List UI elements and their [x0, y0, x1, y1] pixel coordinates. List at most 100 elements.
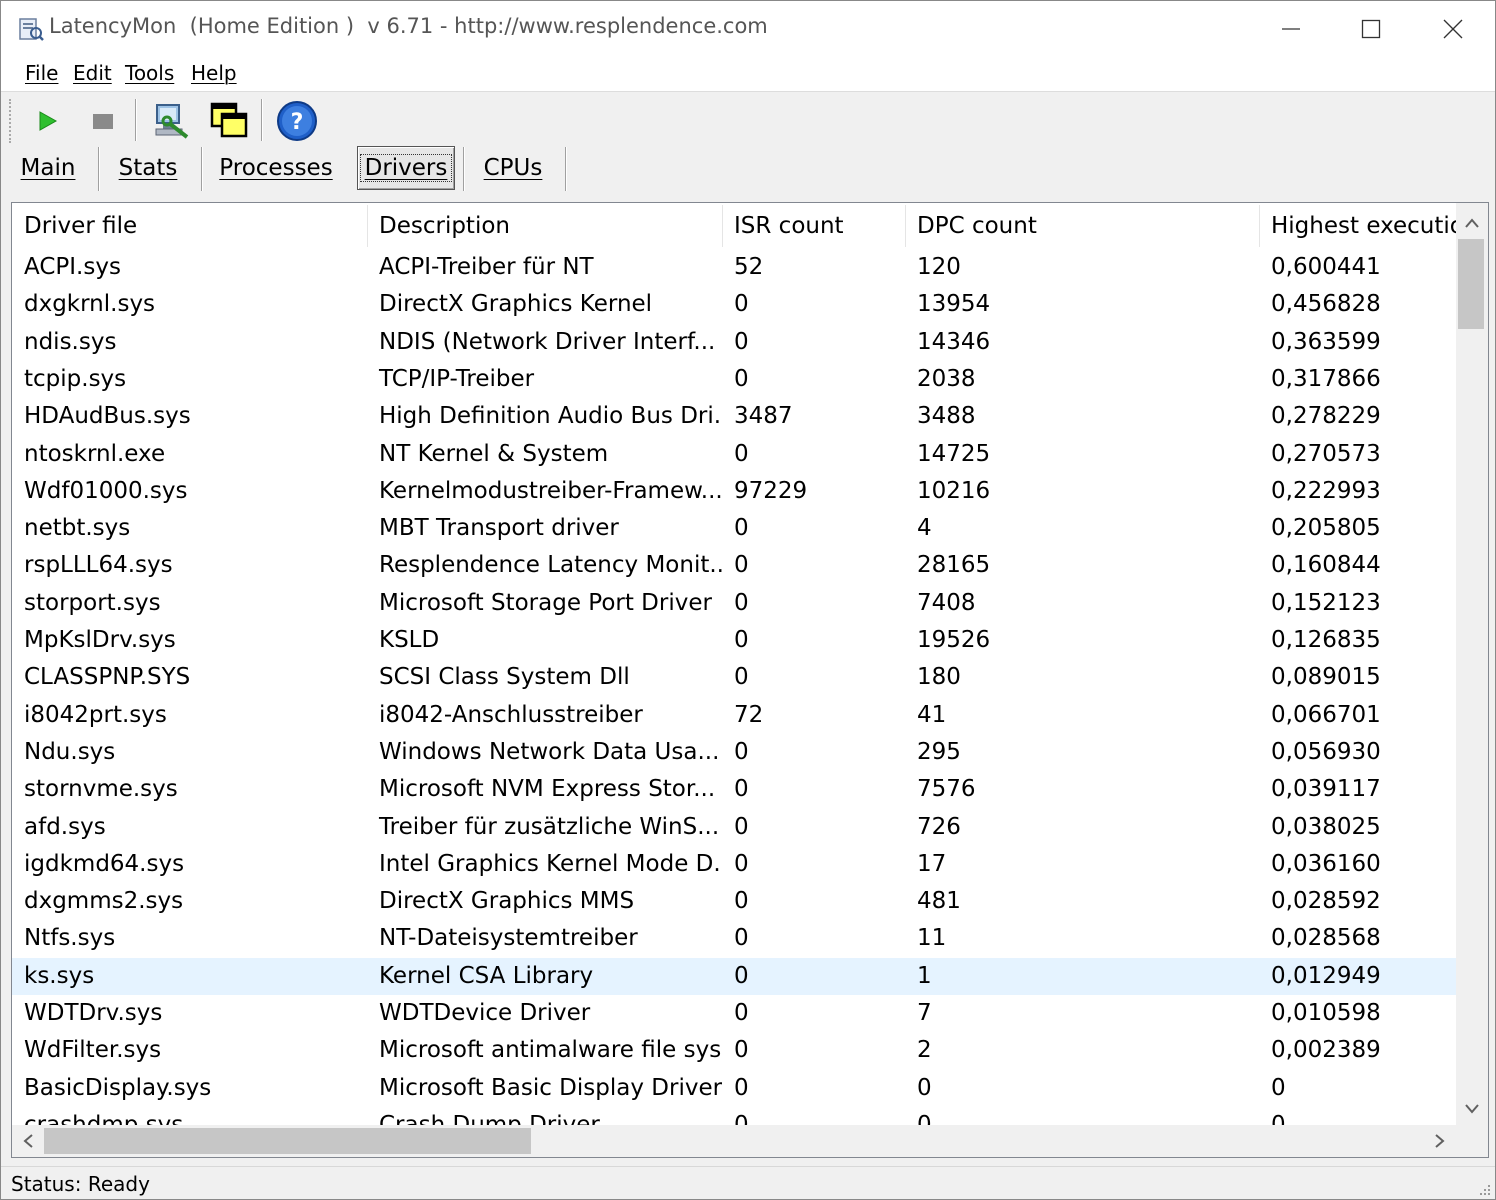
menu-edit[interactable]: Edit — [73, 61, 112, 85]
latencymon-app-icon — [19, 18, 44, 41]
column-header-isr-count[interactable]: ISR count — [722, 203, 905, 249]
close-button[interactable] — [1413, 1, 1493, 57]
minimize-button[interactable] — [1251, 1, 1331, 57]
scroll-left-arrow[interactable] — [12, 1125, 44, 1157]
table-row[interactable]: dxgkrnl.sys DirectX Graphics Kernel 0 13954… — [12, 286, 1456, 323]
windows-button[interactable] — [207, 99, 251, 143]
scroll-right-arrow[interactable] — [1424, 1125, 1456, 1157]
scroll-down-arrow[interactable] — [1456, 1093, 1488, 1125]
table-row[interactable]: ntoskrnl.exe NT Kernel & System 0 14725 0,27… — [12, 436, 1456, 473]
maximize-button[interactable] — [1331, 1, 1411, 57]
overlapping-windows-icon — [210, 102, 248, 138]
cell-description: Kernel CSA Library — [379, 963, 594, 989]
menu-bar: File Edit Tools Help — [1, 57, 1495, 92]
cell-highest-execution: 0,012949 — [1271, 963, 1381, 989]
horizontal-scroll-thumb[interactable] — [44, 1128, 531, 1154]
table-row[interactable]: MpKslDrv.sys KSLD 0 19526 0,126835 — [12, 622, 1456, 659]
menu-tools[interactable]: Tools — [125, 61, 174, 85]
table-row[interactable]: tcpip.sys TCP/IP-Treiber 0 2038 0,317866 — [12, 361, 1456, 398]
cell-description: NT-Dateisystemtreiber — [379, 925, 638, 951]
table-row[interactable]: WdFilter.sys Microsoft antimalware file s… — [12, 1032, 1456, 1069]
cell-dpc-count: 28165 — [917, 552, 991, 578]
vertical-scroll-thumb[interactable] — [1458, 239, 1484, 329]
table-row[interactable]: Ndu.sys Windows Network Data Usa... 0 295 0,… — [12, 734, 1456, 771]
cell-highest-execution: 0,038025 — [1271, 814, 1381, 840]
table-row[interactable]: WDTDrv.sys WDTDevice Driver 0 7 0,010598 — [12, 995, 1456, 1032]
cell-driver-file: WdFilter.sys — [24, 1037, 162, 1063]
table-row[interactable]: ndis.sys NDIS (Network Driver Interf... 0 1… — [12, 324, 1456, 361]
cell-description: High Definition Audio Bus Dri... — [379, 403, 722, 429]
cell-description: Crash Dump Driver — [379, 1112, 600, 1127]
list-header: Driver file Description ISR count DPC co… — [12, 203, 1456, 249]
toolbar-grip[interactable] — [9, 99, 14, 143]
cell-highest-execution: 0,317866 — [1271, 366, 1381, 392]
tab-stats[interactable]: Stats — [105, 147, 191, 189]
maximize-icon — [1361, 19, 1381, 39]
table-row[interactable]: netbt.sys MBT Transport driver 0 4 0,205805 — [12, 510, 1456, 547]
title-bar[interactable]: LatencyMon (Home Edition ) v 6.71 - http… — [1, 1, 1495, 57]
cell-driver-file: HDAudBus.sys — [24, 403, 191, 429]
scroll-up-arrow[interactable] — [1456, 207, 1488, 239]
tab-processes[interactable]: Processes — [209, 147, 343, 189]
table-row[interactable]: dxgmms2.sys DirectX Graphics MMS 0 481 0,028… — [12, 883, 1456, 920]
chevron-left-icon — [23, 1134, 33, 1148]
table-row[interactable]: stornvme.sys Microsoft NVM Express Stor..… — [12, 771, 1456, 808]
vertical-scrollbar[interactable] — [1456, 203, 1488, 1125]
tab-cpus[interactable]: CPUs — [471, 147, 555, 189]
system-info-button[interactable] — [149, 99, 193, 143]
start-monitor-button[interactable] — [25, 99, 69, 143]
toolbar-separator — [261, 99, 263, 141]
table-row[interactable]: afd.sys Treiber für zusätzliche WinS... 0 7… — [12, 809, 1456, 846]
cell-dpc-count: 0 — [917, 1075, 932, 1101]
table-row[interactable]: HDAudBus.sys High Definition Audio Bus Dr… — [12, 398, 1456, 435]
cell-isr-count: 0 — [734, 963, 749, 989]
svg-text:?: ? — [291, 110, 304, 135]
tab-main[interactable]: Main — [7, 147, 89, 189]
cell-highest-execution: 0 — [1271, 1075, 1286, 1101]
column-header-description[interactable]: Description — [367, 203, 722, 249]
column-header-dpc-count[interactable]: DPC count — [905, 203, 1259, 249]
cell-description: Treiber für zusätzliche WinS... — [379, 814, 720, 840]
horizontal-scrollbar[interactable] — [12, 1125, 1456, 1157]
menu-help[interactable]: Help — [191, 61, 237, 85]
menu-file[interactable]: File — [25, 61, 58, 85]
cell-dpc-count: 120 — [917, 254, 961, 280]
column-header-highest-execution[interactable]: Highest execution — [1259, 203, 1456, 249]
cell-highest-execution: 0,002389 — [1271, 1037, 1381, 1063]
computer-wrench-icon — [155, 104, 189, 139]
tab-separator — [98, 147, 100, 191]
column-header-driver-file[interactable]: Driver file — [12, 203, 367, 249]
table-row[interactable]: i8042prt.sys i8042-Anschlusstreiber 72 41 0,… — [12, 697, 1456, 734]
help-button[interactable]: ? — [275, 99, 319, 143]
size-grip-icon[interactable] — [1477, 1182, 1491, 1196]
cell-driver-file: stornvme.sys — [24, 776, 178, 802]
stop-monitor-button[interactable] — [81, 99, 125, 143]
cell-description: Microsoft Basic Display Driver — [379, 1075, 722, 1101]
cell-dpc-count: 180 — [917, 664, 961, 690]
cell-description: i8042-Anschlusstreiber — [379, 702, 643, 728]
table-row[interactable]: igdkmd64.sys Intel Graphics Kernel Mode D… — [12, 846, 1456, 883]
drivers-list-view[interactable]: Driver file Description ISR count DPC co… — [11, 202, 1489, 1158]
table-row[interactable]: crashdmp.sys Crash Dump Driver 0 0 0 — [12, 1107, 1456, 1127]
cell-dpc-count: 13954 — [917, 291, 991, 317]
table-row[interactable]: Ntfs.sys NT-Dateisystemtreiber 0 11 0,028568 — [12, 920, 1456, 957]
tab-cpus-label: CPUs — [483, 155, 543, 181]
cell-dpc-count: 14725 — [917, 441, 991, 467]
cell-description: Microsoft Storage Port Driver — [379, 590, 712, 616]
table-row[interactable]: rspLLL64.sys Resplendence Latency Monit..… — [12, 547, 1456, 584]
cell-description: DirectX Graphics MMS — [379, 888, 635, 914]
cell-dpc-count: 3488 — [917, 403, 976, 429]
table-row[interactable]: ACPI.sys ACPI-Treiber für NT 52 120 0,600441 — [12, 249, 1456, 286]
table-row[interactable]: Wdf01000.sys Kernelmodustreiber-Framew...… — [12, 473, 1456, 510]
help-question-icon: ? — [277, 101, 317, 141]
table-row[interactable]: ks.sys Kernel CSA Library 0 1 0,012949 — [12, 958, 1456, 995]
tab-drivers[interactable]: Drivers — [357, 146, 455, 190]
cell-description: SCSI Class System Dll — [379, 664, 630, 690]
cell-isr-count: 0 — [734, 329, 749, 355]
table-row[interactable]: CLASSPNP.SYS SCSI Class System Dll 0 180 0,0… — [12, 659, 1456, 696]
toolbar: ? — [1, 93, 1495, 147]
cell-description: NDIS (Network Driver Interf... — [379, 329, 716, 355]
cell-highest-execution: 0,066701 — [1271, 702, 1381, 728]
table-row[interactable]: storport.sys Microsoft Storage Port Drive… — [12, 585, 1456, 622]
table-row[interactable]: BasicDisplay.sys Microsoft Basic Display … — [12, 1070, 1456, 1107]
